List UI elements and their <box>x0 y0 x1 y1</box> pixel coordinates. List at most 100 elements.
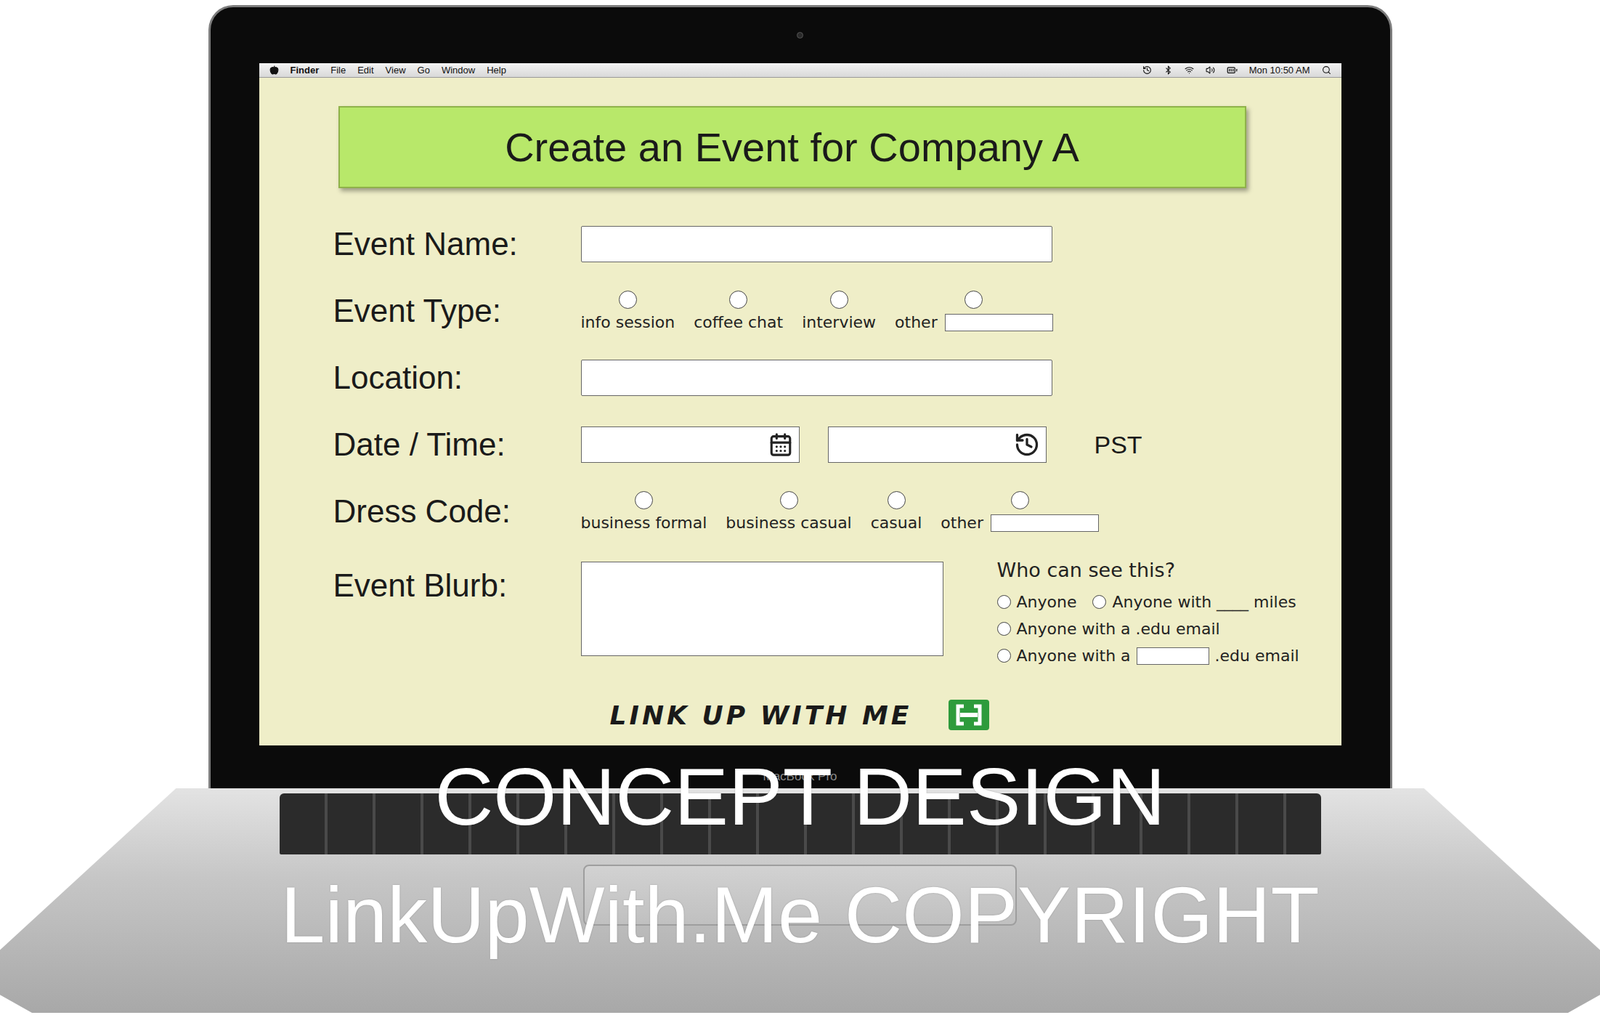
field-label: Event Name: <box>333 225 582 263</box>
radio-option[interactable]: casual <box>870 490 923 532</box>
brand-text: LINK UP WITH ME <box>610 700 913 730</box>
menu-item[interactable]: Help <box>486 64 507 76</box>
menu-clock[interactable]: Mon 10:50 AM <box>1249 64 1311 76</box>
option-label: coffee chat <box>693 313 783 332</box>
option-label: business formal <box>581 513 708 532</box>
blurb-textarea[interactable] <box>581 561 944 656</box>
watermark-line: LinkUpWith.Me COPYRIGHT <box>280 870 1319 958</box>
visibility-panel: Who can see this? Anyone Anyone with ____ … <box>997 558 1300 665</box>
radio-group: business formal business casual casual othe… <box>581 490 1099 532</box>
option-label: Anyone <box>1016 592 1078 611</box>
menu-item[interactable]: Finder <box>290 64 320 76</box>
form-row: Dress Code:business formalbusiness casua… <box>333 485 1342 537</box>
field-label: Event Type: <box>333 292 582 330</box>
other-input[interactable] <box>990 514 1099 532</box>
radio-option[interactable]: business formal <box>581 490 708 532</box>
option-line: info session <box>581 313 676 332</box>
menu-item[interactable]: View <box>385 64 406 76</box>
camera-icon <box>796 31 804 39</box>
form-row: Location: <box>333 352 1342 404</box>
radio-button[interactable] <box>997 594 1011 609</box>
brand-logo-icon <box>947 698 990 731</box>
form-title: Create an Event for Company A <box>338 106 1247 189</box>
option-label: Anyone with ____ miles <box>1111 592 1296 611</box>
option-line: interview <box>801 313 876 332</box>
radio-option[interactable]: info session <box>581 290 676 332</box>
time-machine-icon[interactable] <box>1142 65 1152 75</box>
radio-button[interactable] <box>634 490 653 510</box>
watermark: CONCEPT DESIGNLinkUpWith.Me COPYRIGHT <box>0 751 1600 958</box>
option-label: info session <box>581 313 676 332</box>
visibility-option[interactable]: Anyone with a.edu email <box>997 646 1300 665</box>
wifi-icon[interactable] <box>1184 65 1195 75</box>
radio-button[interactable] <box>618 290 637 309</box>
domain-input[interactable] <box>1136 647 1210 665</box>
text-input[interactable] <box>581 225 1053 263</box>
option-line: other <box>894 313 1054 332</box>
option-line: other <box>940 513 1099 532</box>
field-label: Location: <box>333 359 582 396</box>
screen-bezel: Finder File Edit View Go Window Help Mon 10:50 … <box>208 5 1393 789</box>
menu-bar: Finder File Edit View Go Window Help Mon 10:50 … <box>259 63 1342 78</box>
datetime-group: PST <box>581 426 1143 463</box>
search-icon[interactable] <box>1321 65 1332 75</box>
calendar-icon[interactable] <box>768 432 794 457</box>
radio-option[interactable]: interview <box>801 290 876 332</box>
option-label: .edu email <box>1215 646 1300 665</box>
visibility-option[interactable]: Anyone <box>997 592 1078 611</box>
option-label: business casual <box>725 513 852 532</box>
radio-button[interactable] <box>997 621 1011 636</box>
date-input[interactable] <box>581 426 800 463</box>
visibility-option[interactable]: Anyone with ____ miles <box>1092 592 1296 611</box>
bluetooth-icon[interactable] <box>1163 65 1173 75</box>
apple-icon[interactable] <box>269 65 279 75</box>
status-group: Mon 10:50 AM <box>1142 64 1332 76</box>
laptop-mockup: Finder File Edit View Go Window Help Mon 10:50 … <box>0 0 1600 1015</box>
form-row: Event Type:info session coffee chat interv… <box>333 285 1342 337</box>
trackpad <box>583 864 1017 926</box>
laptop-base <box>0 788 1600 1013</box>
menu-group: Finder File Edit View Go Window Help <box>269 64 507 76</box>
radio-button[interactable] <box>1092 594 1107 609</box>
radio-button[interactable] <box>1010 490 1030 510</box>
visibility-option[interactable]: Anyone with a .edu email <box>997 619 1221 638</box>
screen: Finder File Edit View Go Window Help Mon 10:50 … <box>259 63 1342 746</box>
menu-item[interactable]: File <box>330 64 346 76</box>
radio-button[interactable] <box>830 290 849 309</box>
option-line: casual <box>870 513 923 532</box>
timezone-label: PST <box>1094 430 1143 460</box>
radio-option[interactable]: other <box>940 490 1099 532</box>
text-input[interactable] <box>581 359 1053 396</box>
option-label: casual <box>870 513 923 532</box>
form-row: Event Blurb:Who can see this?AnyoneAnyon… <box>333 552 1342 665</box>
brand-footer[interactable]: LINK UP WITH ME <box>333 698 1342 731</box>
radio-option[interactable]: business casual <box>725 490 852 532</box>
keyboard <box>279 793 1322 855</box>
battery-icon[interactable] <box>1226 64 1238 76</box>
menu-item[interactable]: Edit <box>357 64 374 76</box>
radio-button[interactable] <box>887 490 906 510</box>
clock-icon[interactable] <box>1013 431 1041 458</box>
menu-item[interactable]: Go <box>417 64 430 76</box>
visibility-row: Anyone with a.edu email <box>997 646 1300 665</box>
radio-option[interactable]: coffee chat <box>693 290 783 332</box>
option-label: other <box>940 513 984 532</box>
option-label: Anyone with a .edu email <box>1016 619 1221 638</box>
option-line: business casual <box>725 513 852 532</box>
radio-button[interactable] <box>729 290 748 309</box>
field-label: Date / Time: <box>333 426 582 463</box>
radio-group: info session coffee chat interview other <box>581 290 1054 332</box>
volume-icon[interactable] <box>1205 65 1216 75</box>
radio-button[interactable] <box>997 648 1011 663</box>
device-label: MacBook Pro <box>762 769 837 784</box>
radio-button[interactable] <box>780 490 799 510</box>
option-label: interview <box>801 313 876 332</box>
option-line: business formal <box>581 513 708 532</box>
radio-option[interactable]: other <box>894 290 1054 332</box>
menu-item[interactable]: Window <box>441 64 475 76</box>
radio-button[interactable] <box>964 290 983 309</box>
form-row: Event Name: <box>333 218 1342 270</box>
time-input[interactable] <box>827 426 1047 463</box>
visibility-heading: Who can see this? <box>997 558 1300 582</box>
other-input[interactable] <box>944 313 1054 332</box>
